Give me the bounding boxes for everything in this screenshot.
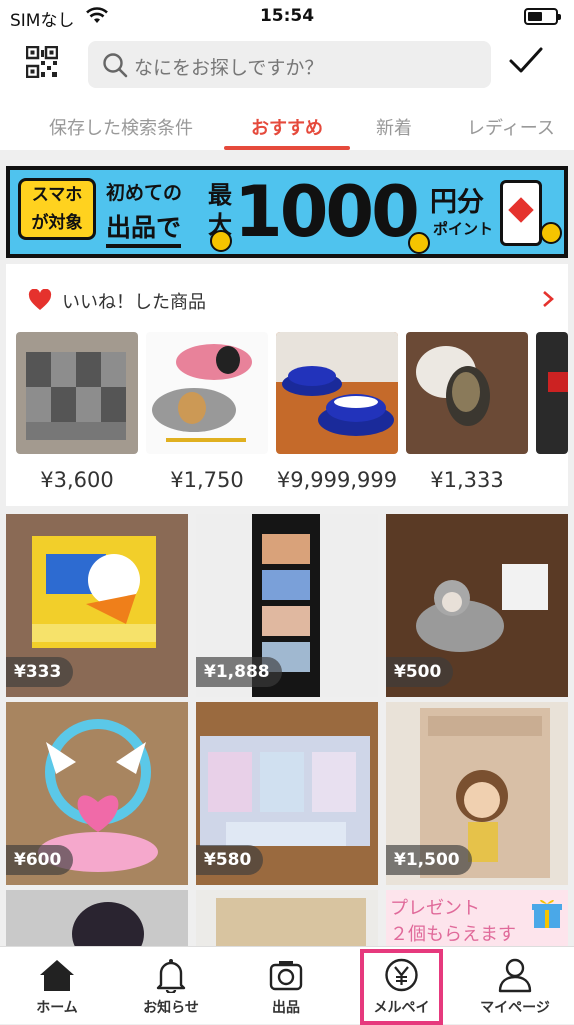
product-tile[interactable] bbox=[196, 890, 378, 946]
item-price: ¥3,600 bbox=[40, 468, 114, 492]
active-tab-indicator bbox=[224, 146, 350, 150]
product-tile[interactable]: プレゼント ２個もらえます bbox=[386, 890, 568, 946]
item-thumbnail bbox=[276, 332, 398, 454]
home-icon bbox=[40, 960, 74, 991]
header: なにをお探しですか？ bbox=[0, 34, 574, 94]
tab-home[interactable]: ホーム bbox=[0, 947, 114, 1025]
product-tile[interactable]: ¥600 bbox=[6, 702, 188, 885]
qr-code-icon[interactable] bbox=[26, 46, 58, 78]
person-icon bbox=[498, 958, 532, 993]
promo-line-2: ２個もらえます bbox=[390, 924, 516, 945]
chevron-right-icon[interactable] bbox=[542, 290, 554, 308]
tab-recommended[interactable]: おすすめ bbox=[251, 114, 323, 140]
banner-amount: 1000 bbox=[234, 171, 420, 253]
banner-tag-line1: スマホ bbox=[31, 185, 83, 205]
item-thumbnail bbox=[6, 890, 188, 946]
battery-icon bbox=[524, 8, 561, 25]
banner-tag: スマホ が対象 bbox=[18, 178, 96, 240]
phone-icon bbox=[500, 180, 542, 246]
product-tile[interactable] bbox=[6, 890, 188, 946]
checkmark-icon[interactable] bbox=[508, 46, 544, 76]
heart-icon bbox=[28, 289, 52, 310]
item-price-badge: ¥580 bbox=[196, 845, 264, 875]
product-tile[interactable]: ¥500 bbox=[386, 514, 568, 697]
bottom-tab-bar: ホーム お知らせ 出品 メルペイ マイページ bbox=[0, 946, 574, 1025]
search-bar[interactable]: なにをお探しですか？ bbox=[88, 41, 491, 88]
tab-label: お知らせ bbox=[143, 1000, 199, 1016]
item-price-badge: ¥600 bbox=[6, 845, 74, 875]
product-tile[interactable]: ¥1,888 bbox=[196, 514, 378, 697]
coin-icon bbox=[408, 232, 430, 254]
promo-banner[interactable]: スマホ が対象 初めての 出品で 最大 1000 円分 ポイント bbox=[6, 166, 568, 258]
liked-items-title[interactable]: いいね！した商品 bbox=[62, 288, 206, 314]
promo-text: プレゼント ２個もらえます bbox=[390, 896, 516, 946]
banner-caption-2: 出品で bbox=[106, 208, 182, 248]
liked-item[interactable]: ¥1,333 bbox=[406, 332, 528, 492]
tab-label: 出品 bbox=[272, 1000, 300, 1016]
item-thumbnail bbox=[406, 332, 528, 454]
item-price-badge: ¥333 bbox=[6, 657, 74, 687]
liked-item[interactable] bbox=[536, 332, 568, 454]
item-thumbnail bbox=[196, 890, 378, 946]
tab-sell[interactable]: 出品 bbox=[229, 947, 343, 1025]
product-tile[interactable]: ¥580 bbox=[196, 702, 378, 885]
banner-unit: 円分 bbox=[430, 187, 484, 218]
item-price: ¥9,999,999 bbox=[276, 468, 398, 492]
tab-saved-searches[interactable]: 保存した検索条件 bbox=[49, 114, 193, 140]
promo-line-1: プレゼント bbox=[390, 898, 480, 919]
tab-label: メルペイ bbox=[373, 1000, 430, 1016]
product-tile[interactable]: ¥1,500 bbox=[386, 702, 568, 885]
item-thumbnail bbox=[16, 332, 138, 454]
item-price-badge: ¥1,500 bbox=[386, 845, 472, 875]
clock: 15:54 bbox=[259, 6, 315, 26]
banner-tag-line2: が対象 bbox=[31, 213, 83, 233]
category-tabs: 保存した検索条件 おすすめ 新着 レディース bbox=[0, 94, 574, 150]
liked-item[interactable]: ¥9,999,999 bbox=[276, 332, 398, 492]
search-placeholder: なにをお探しですか？ bbox=[134, 57, 324, 79]
bell-icon bbox=[156, 959, 186, 993]
item-price: ¥1,333 bbox=[430, 468, 504, 492]
camera-icon bbox=[269, 961, 303, 991]
item-thumbnail bbox=[536, 332, 568, 454]
coin-icon bbox=[210, 230, 232, 252]
liked-item[interactable]: ¥3,600 bbox=[16, 332, 138, 492]
banner-caption-1: 初めての bbox=[106, 182, 183, 204]
tab-new-arrivals[interactable]: 新着 bbox=[376, 114, 412, 140]
status-bar: SIMなし 15:54 bbox=[0, 0, 574, 34]
tab-label: マイページ bbox=[480, 1000, 550, 1016]
product-tile[interactable]: ¥333 bbox=[6, 514, 188, 697]
tab-notifications[interactable]: お知らせ bbox=[114, 947, 228, 1025]
tab-merpay[interactable]: メルペイ bbox=[360, 949, 443, 1025]
banner-point: ポイント bbox=[433, 220, 494, 238]
search-icon bbox=[103, 53, 128, 78]
yen-coin-icon bbox=[385, 958, 418, 992]
app-logo-icon bbox=[508, 197, 534, 223]
coin-icon bbox=[540, 222, 562, 244]
item-price-badge: ¥500 bbox=[386, 657, 454, 687]
tab-my-page[interactable]: マイページ bbox=[458, 947, 572, 1025]
item-thumbnail bbox=[146, 332, 268, 454]
tab-ladies[interactable]: レディース bbox=[467, 114, 555, 140]
tab-label: ホーム bbox=[36, 1000, 78, 1016]
gift-icon bbox=[532, 899, 562, 928]
item-price: ¥1,750 bbox=[170, 468, 244, 492]
item-price-badge: ¥1,888 bbox=[196, 657, 282, 687]
liked-item[interactable]: ¥1,750 bbox=[146, 332, 268, 492]
liked-items-section: いいね！した商品 ¥3,600 ¥1,750 ¥9,999,999 ¥1,333 bbox=[6, 264, 568, 506]
